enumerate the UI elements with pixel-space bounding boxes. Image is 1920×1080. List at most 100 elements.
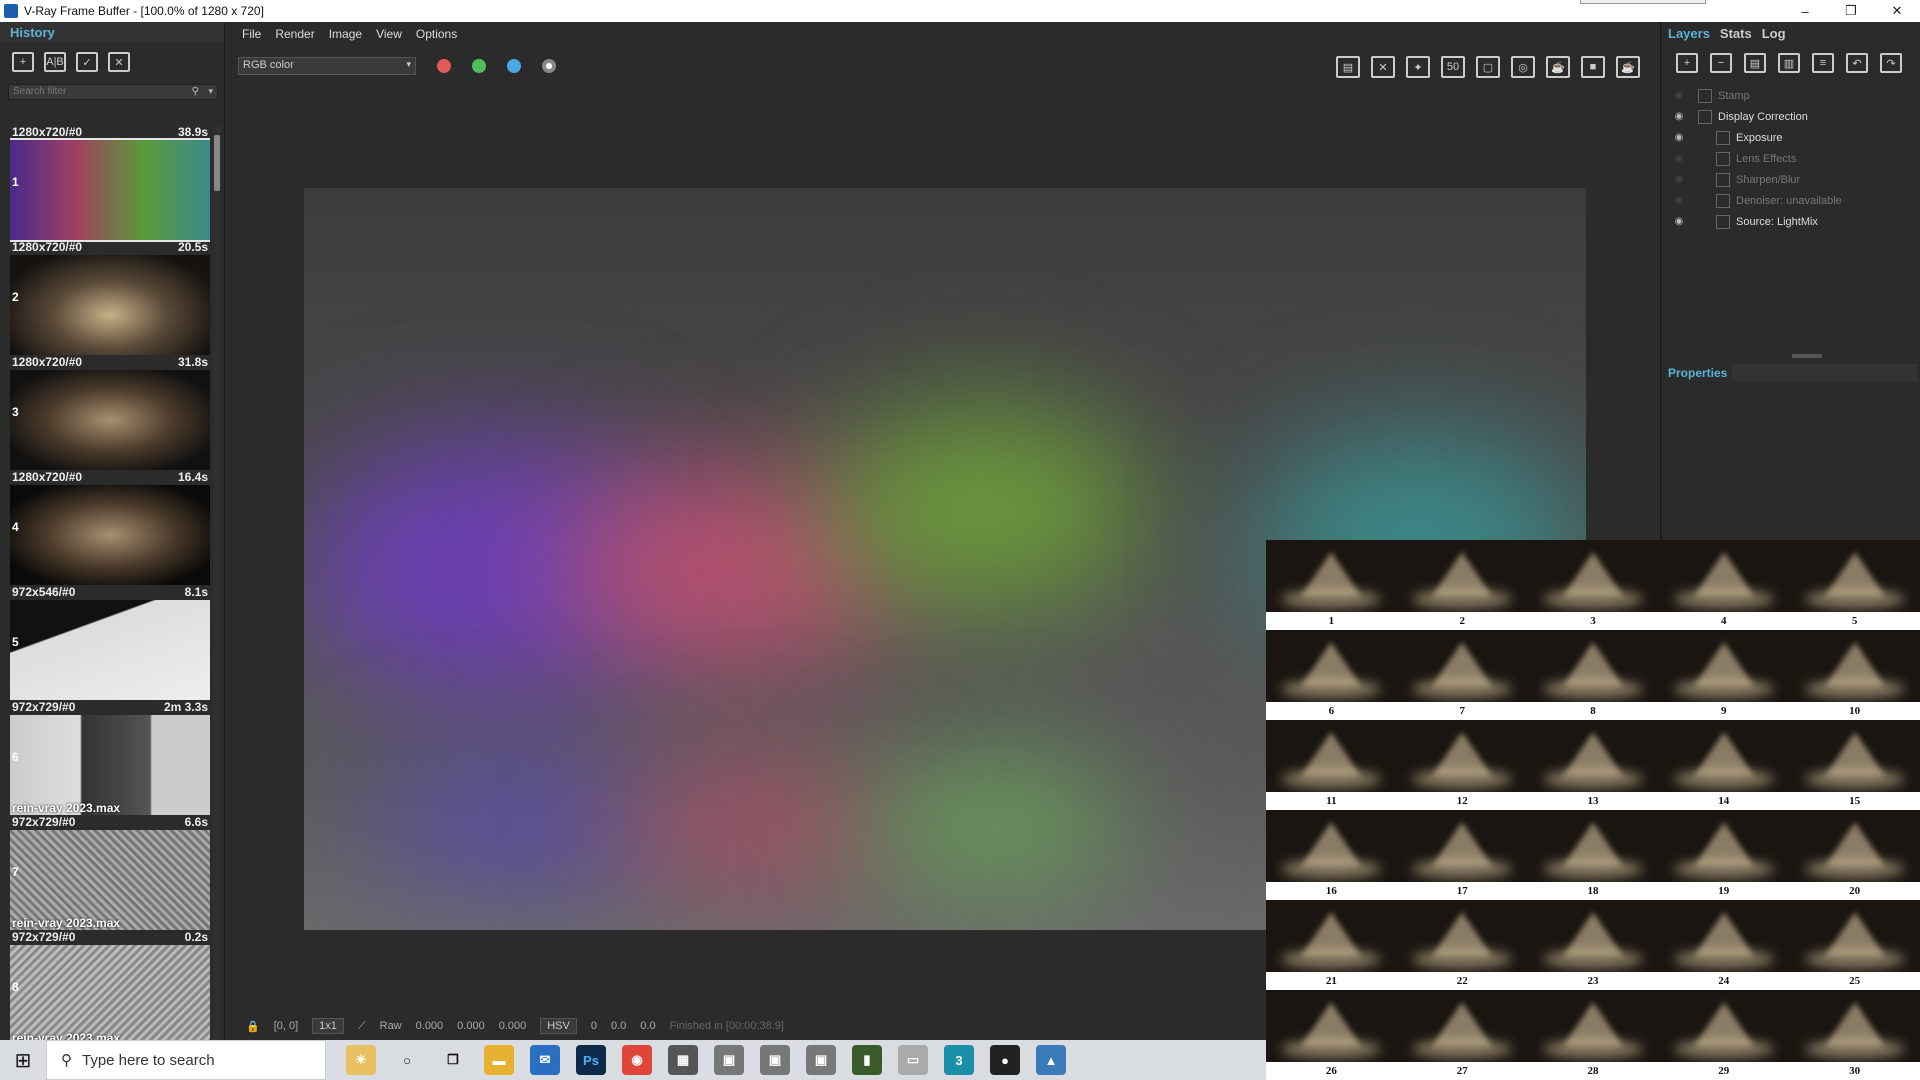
save-layers-icon[interactable]: ▤ xyxy=(1744,53,1766,73)
app-icon-2[interactable]: ▣ xyxy=(760,1045,790,1075)
history-thumbnail[interactable] xyxy=(10,255,210,355)
layer-icon xyxy=(1716,172,1730,187)
undo-icon[interactable]: ↶ xyxy=(1846,53,1868,73)
layer-row[interactable]: ◉ Stamp xyxy=(1662,85,1920,106)
history-item[interactable]: 972x729/#0 0.2s 8 rein-vray 2023.max xyxy=(10,930,210,1045)
layer-row[interactable]: ◉ Display Correction xyxy=(1662,106,1920,127)
eye-icon[interactable]: ◉ xyxy=(1672,153,1686,164)
history-item[interactable]: 1280x720/#0 31.8s 3 xyxy=(10,355,210,470)
load-history-icon[interactable]: ✓ xyxy=(76,52,98,72)
red-channel-button[interactable] xyxy=(437,59,451,73)
history-list[interactable]: 1280x720/#0 38.9s 1 1280x720/#0 20.5s 2 1280x7… xyxy=(10,125,210,1050)
channel-select[interactable]: RGB color ▾ xyxy=(238,57,416,75)
layer-row[interactable]: ◉ Sharpen/Blur xyxy=(1662,169,1920,190)
lock-icon[interactable]: 🔒 xyxy=(246,1020,260,1033)
zoom-select[interactable]: 1x1 xyxy=(312,1018,344,1034)
chevron-down-icon[interactable]: ▾ xyxy=(208,86,213,97)
app-icon-1[interactable]: ▣ xyxy=(714,1045,744,1075)
weather-icon[interactable]: ☀ xyxy=(346,1045,376,1075)
green-channel-button[interactable] xyxy=(472,59,486,73)
load-layers-icon[interactable]: ▥ xyxy=(1778,53,1800,73)
color-picker-icon[interactable]: ⟋ xyxy=(358,1020,366,1033)
color-mode-select[interactable]: HSV xyxy=(540,1018,577,1034)
file-explorer-icon[interactable]: ▬ xyxy=(484,1045,514,1075)
mail-icon[interactable]: ✉ xyxy=(530,1045,560,1075)
layer-row[interactable]: ◉ Exposure xyxy=(1662,127,1920,148)
minimize-button[interactable]: – xyxy=(1782,0,1828,22)
app-icon-6[interactable]: ▲ xyxy=(1036,1045,1066,1075)
app-icon-3[interactable]: ▣ xyxy=(806,1045,836,1075)
blue-channel-button[interactable] xyxy=(507,59,521,73)
region-render-icon[interactable]: ▢ xyxy=(1476,56,1500,78)
eye-icon[interactable]: ◉ xyxy=(1672,174,1686,185)
redo-icon[interactable]: ↷ xyxy=(1880,53,1902,73)
history-thumbnail[interactable] xyxy=(10,370,210,470)
tab-stats[interactable]: Stats xyxy=(1720,26,1752,41)
history-thumbnail[interactable] xyxy=(10,830,210,930)
eye-icon[interactable]: ◉ xyxy=(1672,111,1686,122)
render-interactive-icon[interactable]: ☕ xyxy=(1546,56,1570,78)
restore-button[interactable]: ❐ xyxy=(1828,0,1874,22)
chrome-icon[interactable]: ◉ xyxy=(622,1045,652,1075)
tab-log[interactable]: Log xyxy=(1762,26,1786,41)
save-history-icon[interactable]: + xyxy=(12,52,34,72)
eye-icon[interactable]: ◉ xyxy=(1672,216,1686,227)
cell-label: 21 xyxy=(1266,972,1397,990)
app-icon-4[interactable]: ▮ xyxy=(852,1045,882,1075)
history-thumbnail[interactable] xyxy=(10,138,210,242)
history-item[interactable]: 972x546/#0 8.1s 5 xyxy=(10,585,210,700)
menu-options[interactable]: Options xyxy=(416,27,457,41)
render-icon[interactable]: ☕ xyxy=(1616,56,1640,78)
history-number: 8 xyxy=(12,980,19,994)
history-item[interactable]: 1280x720/#0 20.5s 2 xyxy=(10,240,210,355)
remove-history-icon[interactable]: ✕ xyxy=(108,52,130,72)
alpha-channel-button[interactable] xyxy=(542,59,556,73)
cortana-icon[interactable]: ○ xyxy=(392,1045,422,1075)
history-thumbnail[interactable] xyxy=(10,945,210,1045)
pick-object-icon[interactable]: ◎ xyxy=(1511,56,1535,78)
ab-compare-icon[interactable]: A|B xyxy=(44,52,66,72)
menu-view[interactable]: View xyxy=(376,27,402,41)
eye-icon[interactable]: ◉ xyxy=(1672,195,1686,206)
eye-icon[interactable]: ◉ xyxy=(1672,90,1686,101)
stop-render-icon[interactable]: ■ xyxy=(1581,56,1605,78)
save-icon[interactable]: ▤ xyxy=(1336,56,1360,78)
delete-layer-icon[interactable]: − xyxy=(1710,53,1732,73)
menu-image[interactable]: Image xyxy=(329,27,362,41)
eye-icon[interactable]: ◉ xyxy=(1672,132,1686,143)
history-scrollbar[interactable] xyxy=(213,125,221,1055)
close-button[interactable]: ✕ xyxy=(1874,0,1920,22)
layer-row[interactable]: ◉ Denoiser: unavailable xyxy=(1662,190,1920,211)
history-thumbnail[interactable] xyxy=(10,485,210,585)
search-icon[interactable]: ⚲ xyxy=(192,86,199,97)
menu-render[interactable]: Render xyxy=(275,27,314,41)
calculator-icon[interactable]: ▦ xyxy=(668,1045,698,1075)
menu-file[interactable]: File xyxy=(242,27,261,41)
obs-icon[interactable]: ● xyxy=(990,1045,1020,1075)
history-thumbnail[interactable] xyxy=(10,600,210,700)
layer-row[interactable]: ◉ Source: LightMix xyxy=(1662,211,1920,232)
history-item[interactable]: 1280x720/#0 38.9s 1 xyxy=(10,125,210,242)
history-item[interactable]: 1280x720/#0 16.4s 4 xyxy=(10,470,210,585)
history-item[interactable]: 972x729/#0 6.6s 7 rein-vray 2023.max xyxy=(10,815,210,930)
windows-start-icon[interactable]: ⊞ xyxy=(0,1040,46,1080)
tab-history[interactable]: History xyxy=(0,22,224,42)
app-icon-5[interactable]: ▭ xyxy=(898,1045,928,1075)
history-item[interactable]: 972x729/#0 2m 3.3s 6 rein-vray 2023.max xyxy=(10,700,210,815)
layer-tree: ◉ Stamp ◉ Display Correction ◉ Exposure ◉ Lens … xyxy=(1662,85,1920,232)
search-filter-input[interactable]: Search filter ⚲ ▾ xyxy=(8,84,218,100)
add-layer-icon[interactable]: + xyxy=(1676,53,1698,73)
panel-splitter[interactable] xyxy=(1792,354,1822,358)
layer-row[interactable]: ◉ Lens Effects xyxy=(1662,148,1920,169)
photoshop-icon[interactable]: Ps xyxy=(576,1045,606,1075)
scrollbar-thumb[interactable] xyxy=(214,135,220,191)
task-view-icon[interactable]: ❒ xyxy=(438,1045,468,1075)
history-thumbnail[interactable] xyxy=(10,715,210,815)
3dsmax-icon[interactable]: 3 xyxy=(944,1045,974,1075)
track-mouse-icon[interactable]: ✦ xyxy=(1406,56,1430,78)
tab-layers[interactable]: Layers xyxy=(1668,26,1710,41)
clear-image-icon[interactable]: ✕ xyxy=(1371,56,1395,78)
taskbar-search[interactable]: ⚲ Type here to search xyxy=(46,1040,326,1080)
layer-list-icon[interactable]: ≡ xyxy=(1812,53,1834,73)
zoom-50-icon[interactable]: 50 xyxy=(1441,56,1465,78)
